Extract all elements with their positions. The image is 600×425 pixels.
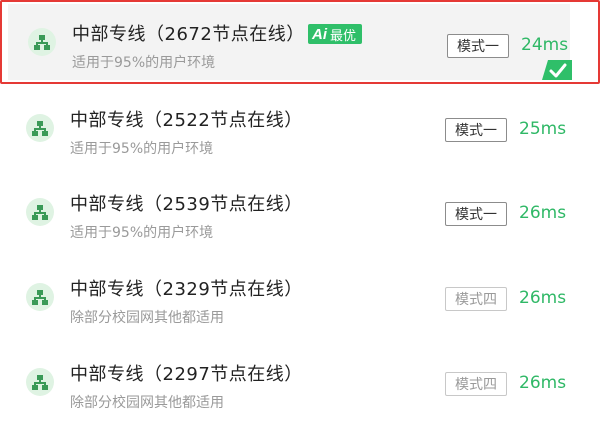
line-list: 中部专线（2672节点在线） Ai 最优 适用于95%的用户环境 模式一 24m… [0,0,600,425]
network-node-icon [26,114,54,142]
latency-value: 26ms [519,203,567,223]
mode-button[interactable]: 模式四 [445,372,507,396]
network-node-icon [26,368,54,396]
line-subtitle: 除部分校园网其他都适用 [70,395,224,411]
line-title: 中部专线（2672节点在线） [72,24,305,45]
network-node-icon [28,28,56,56]
network-node-icon [26,283,54,311]
line-subtitle: 适用于95%的用户环境 [70,141,214,157]
line-item[interactable]: 中部专线（2539节点在线） 适用于95%的用户环境 模式一 26ms [0,170,600,254]
ai-badge-mark: Ai [312,25,327,43]
latency-value: 25ms [519,119,567,139]
line-item[interactable]: 中部专线（2329节点在线） 除部分校园网其他都适用 模式四 26ms [0,255,600,339]
latency-value: 26ms [519,288,567,308]
best-badge: Ai 最优 [308,24,363,44]
mode-button[interactable]: 模式一 [447,34,509,58]
network-node-icon [26,198,54,226]
line-subtitle: 适用于95%的用户环境 [70,225,214,241]
mode-button[interactable]: 模式四 [445,287,507,311]
line-title: 中部专线（2522节点在线） [70,110,303,131]
line-subtitle: 除部分校园网其他都适用 [70,310,224,326]
line-title: 中部专线（2297节点在线） [70,364,303,385]
latency-value: 26ms [519,373,567,393]
ai-badge-label: 最优 [330,28,357,44]
latency-value: 24ms [521,35,569,55]
line-title: 中部专线（2329节点在线） [70,279,303,300]
line-subtitle: 适用于95%的用户环境 [72,55,216,71]
line-title: 中部专线（2539节点在线） [70,194,303,215]
check-icon [542,60,572,80]
line-item-selected[interactable]: 中部专线（2672节点在线） Ai 最优 适用于95%的用户环境 模式一 24m… [0,0,600,84]
line-item[interactable]: 中部专线（2522节点在线） 适用于95%的用户环境 模式一 25ms [0,86,600,170]
line-item[interactable]: 中部专线（2297节点在线） 除部分校园网其他都适用 模式四 26ms [0,339,600,423]
mode-button[interactable]: 模式一 [445,118,507,142]
mode-button[interactable]: 模式一 [445,202,507,226]
